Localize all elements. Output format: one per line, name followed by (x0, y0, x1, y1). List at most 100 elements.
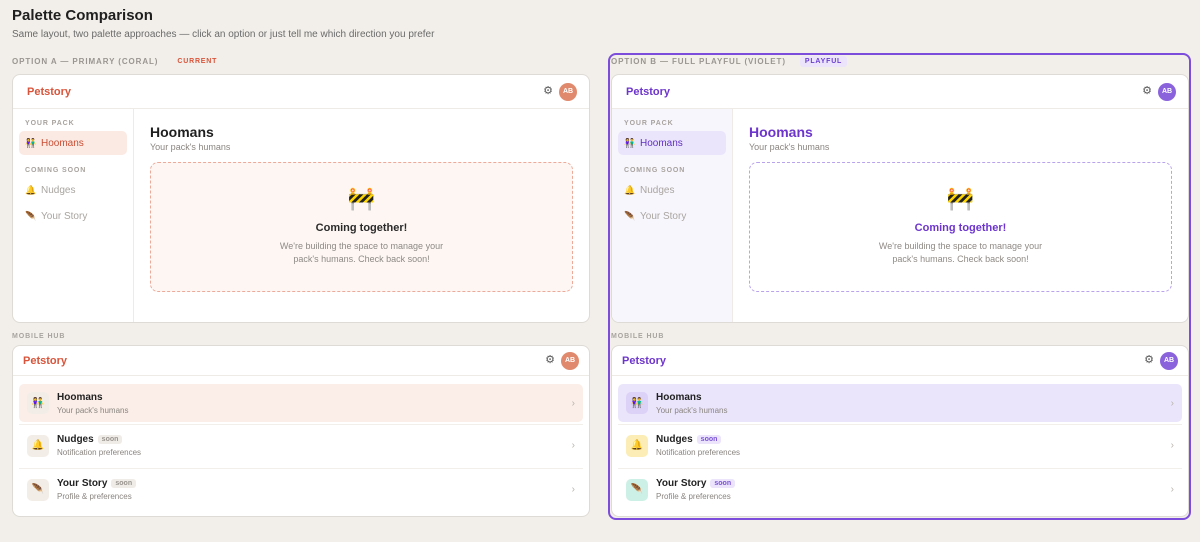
list-item-title: Hoomans (656, 391, 702, 403)
gear-icon[interactable]: ⚙ (543, 86, 553, 97)
sidebar-item-your-story[interactable]: 🪶 Your Story (618, 204, 726, 229)
sidebar-item-hoomans[interactable]: 👫 Hoomans (618, 131, 726, 155)
mobile-hub-list: 👫 Hoomans Your pack's humans › 🔔 Nudges … (612, 376, 1188, 510)
page-title: Palette Comparison (12, 7, 153, 24)
main-subtitle: Your pack's humans (150, 142, 231, 152)
desktop-topbar: Petstory ⚙ AB (612, 75, 1188, 109)
coming-soon-placeholder: 🚧 Coming together! We're building the sp… (749, 162, 1172, 292)
list-item-title: Nudges (57, 434, 94, 445)
option-a-mobile-preview[interactable]: Petstory ⚙ AB 👫 Hoomans Your pack's huma… (12, 345, 590, 517)
option-b-mobile-preview[interactable]: Petstory ⚙ AB 👫 Hoomans Your pack's huma… (611, 345, 1189, 517)
sidebar-section-coming-soon: COMING SOON (25, 167, 87, 174)
list-item-your-story[interactable]: 🪶 Your Story soon Profile & preferences … (618, 468, 1182, 510)
sidebar-item-your-story[interactable]: 🪶 Your Story (19, 204, 127, 229)
brand-logo: Petstory (626, 85, 671, 98)
sidebar-item-label: Nudges (640, 185, 675, 196)
desktop-topbar: Petstory ⚙ AB (13, 75, 589, 109)
people-icon: 👫 (27, 392, 49, 414)
sidebar-item-nudges[interactable]: 🔔 Nudges (618, 178, 726, 203)
chevron-right-icon: › (571, 397, 575, 409)
option-b-column[interactable]: OPTION B — FULL PLAYFUL (VIOLET) PLAYFUL… (611, 54, 1189, 517)
mobile-topbar: Petstory ⚙ AB (612, 346, 1188, 376)
option-b-desktop-preview[interactable]: Petstory ⚙ AB YOUR PACK 👫 Hoomans COMING… (611, 74, 1189, 323)
mobile-topbar: Petstory ⚙ AB (13, 346, 589, 376)
option-b-badge: PLAYFUL (799, 55, 848, 67)
list-item-subtitle: Profile & preferences (656, 492, 731, 501)
gear-icon[interactable]: ⚙ (545, 355, 555, 366)
bell-icon: 🔔 (624, 185, 636, 195)
brand-logo: Petstory (27, 85, 72, 98)
list-item-hoomans[interactable]: 👫 Hoomans Your pack's humans › (618, 384, 1182, 422)
list-item-subtitle: Your pack's humans (656, 405, 728, 415)
sidebar-item-hoomans[interactable]: 👫 Hoomans (19, 131, 127, 155)
placeholder-title: Coming together! (914, 222, 1007, 234)
main-title: Hoomans (749, 124, 813, 140)
placeholder-text: We're building the space to manage your … (878, 241, 1043, 264)
chevron-right-icon: › (1170, 440, 1174, 451)
sidebar: YOUR PACK 👫 Hoomans COMING SOON 🔔 Nudges… (612, 109, 733, 322)
avatar[interactable]: AB (1158, 82, 1176, 101)
option-b-label: OPTION B — FULL PLAYFUL (VIOLET) (611, 56, 786, 66)
chevron-right-icon: › (571, 440, 575, 451)
mobile-hub-label: MOBILE HUB (611, 333, 665, 340)
feather-icon: 🪶 (27, 478, 49, 501)
main-content: Hoomans Your pack's humans 🚧 Coming toge… (733, 109, 1188, 322)
soon-badge: soon (97, 435, 123, 444)
list-item-title: Your Story (57, 478, 108, 489)
list-item-subtitle: Profile & preferences (57, 492, 132, 501)
sidebar-item-label: Your Story (41, 211, 88, 222)
option-a-badge: CURRENT (177, 57, 218, 65)
option-a-label: OPTION A — PRIMARY (CORAL) (12, 56, 159, 66)
option-a-desktop-preview[interactable]: Petstory ⚙ AB YOUR PACK 👫 Hoomans COMING… (12, 74, 590, 323)
gear-icon[interactable]: ⚙ (1144, 355, 1154, 366)
list-item-nudges[interactable]: 🔔 Nudges soon Notification preferences › (19, 424, 583, 466)
sidebar-item-label: Nudges (41, 185, 76, 196)
sidebar-item-label: Hoomans (640, 137, 683, 149)
page-subtitle: Same layout, two palette approaches — cl… (12, 29, 435, 40)
bell-icon: 🔔 (25, 185, 37, 195)
list-item-your-story[interactable]: 🪶 Your Story soon Profile & preferences … (19, 468, 583, 510)
sidebar-section-coming-soon: COMING SOON (624, 167, 686, 174)
list-item-title: Your Story (656, 478, 707, 489)
page-header: Palette Comparison Same layout, two pale… (12, 6, 434, 40)
brand-logo: Petstory (23, 354, 68, 367)
soon-badge: soon (710, 479, 736, 488)
brand-logo: Petstory (622, 354, 667, 367)
construction-icon: 🚧 (347, 186, 376, 211)
feather-icon: 🪶 (624, 211, 636, 221)
chevron-right-icon: › (571, 484, 575, 495)
gear-icon[interactable]: ⚙ (1142, 86, 1152, 97)
sidebar-item-label: Hoomans (41, 137, 84, 149)
avatar[interactable]: AB (1160, 351, 1178, 370)
soon-badge: soon (111, 479, 137, 488)
construction-icon: 🚧 (946, 186, 975, 211)
list-item-nudges[interactable]: 🔔 Nudges soon Notification preferences › (618, 424, 1182, 466)
feather-icon: 🪶 (626, 478, 648, 501)
sidebar: YOUR PACK 👫 Hoomans COMING SOON 🔔 Nudges… (13, 109, 134, 322)
list-item-subtitle: Notification preferences (57, 448, 142, 457)
list-item-subtitle: Notification preferences (656, 448, 741, 457)
people-icon: 👫 (624, 137, 636, 148)
bell-icon: 🔔 (626, 434, 648, 457)
chevron-right-icon: › (1170, 397, 1174, 409)
coming-soon-placeholder: 🚧 Coming together! We're building the sp… (150, 162, 573, 292)
main-title: Hoomans (150, 124, 214, 140)
option-a-label-row: OPTION A — PRIMARY (CORAL) CURRENT (12, 54, 590, 68)
avatar[interactable]: AB (561, 351, 579, 370)
placeholder-title: Coming together! (315, 222, 408, 234)
avatar[interactable]: AB (559, 82, 577, 101)
list-item-hoomans[interactable]: 👫 Hoomans Your pack's humans › (19, 384, 583, 422)
feather-icon: 🪶 (25, 211, 37, 221)
option-b-label-row: OPTION B — FULL PLAYFUL (VIOLET) PLAYFUL (611, 54, 1189, 68)
list-item-subtitle: Your pack's humans (57, 405, 129, 415)
sidebar-item-nudges[interactable]: 🔔 Nudges (19, 178, 127, 203)
sidebar-item-label: Your Story (640, 211, 687, 222)
sidebar-section-your-pack: YOUR PACK (25, 120, 75, 127)
people-icon: 👫 (626, 392, 648, 414)
placeholder-text: We're building the space to manage your … (279, 241, 444, 264)
chevron-right-icon: › (1170, 484, 1174, 495)
option-a-column[interactable]: OPTION A — PRIMARY (CORAL) CURRENT Petst… (12, 54, 590, 517)
main-content: Hoomans Your pack's humans 🚧 Coming toge… (134, 109, 589, 322)
list-item-title: Nudges (656, 434, 693, 445)
list-item-title: Hoomans (57, 391, 103, 403)
